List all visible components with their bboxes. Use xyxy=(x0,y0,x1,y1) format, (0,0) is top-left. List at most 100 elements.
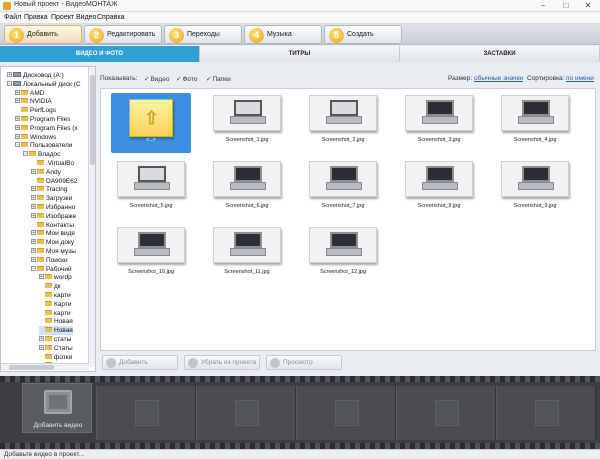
tree-item[interactable]: Контакты xyxy=(31,221,74,230)
tree-item[interactable]: + Изображе xyxy=(31,212,76,221)
step-transitions[interactable]: 3 Переходы xyxy=(164,25,242,44)
tree-item[interactable]: карти xyxy=(39,309,71,318)
tree-item[interactable]: - Локальный диск (C xyxy=(7,80,81,89)
parent-folder-item[interactable]: ⇧ <..> xyxy=(111,93,191,153)
expand-icon[interactable]: + xyxy=(15,116,20,122)
file-thumbnail-grid[interactable]: ⇧ <..> Screenshot_1.jpg Screenshot_2.jpg Scr… xyxy=(100,88,596,351)
tree-vertical-scrollbar[interactable] xyxy=(88,67,95,367)
tree-item[interactable]: + Windows xyxy=(15,133,56,142)
expand-icon[interactable]: + xyxy=(31,230,36,236)
menu-edit[interactable]: Правка xyxy=(24,14,48,21)
tree-item[interactable]: + статы xyxy=(39,335,71,344)
file-thumbnail[interactable]: Screenshot_3.jpg xyxy=(399,93,479,153)
preview-button[interactable]: Просмотр xyxy=(266,355,342,370)
tree-item[interactable]: - Владос xyxy=(23,150,60,159)
file-thumbnail[interactable]: Screenshot_8.jpg xyxy=(399,159,479,219)
tree-item[interactable]: + Моя музы xyxy=(31,247,76,256)
tree-item[interactable]: фотки xyxy=(39,353,72,362)
expand-icon[interactable]: + xyxy=(15,98,20,104)
tree-item[interactable]: Новая xyxy=(39,326,73,336)
expand-icon[interactable]: + xyxy=(31,186,36,192)
expand-icon[interactable]: + xyxy=(31,239,36,245)
empty-slot[interactable] xyxy=(496,386,596,440)
expand-icon[interactable]: + xyxy=(39,344,44,350)
menu-video[interactable]: Видео xyxy=(76,14,96,21)
expand-icon[interactable]: + xyxy=(39,336,44,342)
add-to-project-button[interactable]: Добавить xyxy=(102,355,178,370)
tree-item[interactable]: + NVIDIA xyxy=(15,97,52,106)
file-thumbnail[interactable]: Screenshot_11.jpg xyxy=(207,225,287,285)
tree-item[interactable]: + Tracing xyxy=(31,185,67,194)
tab-intros[interactable]: ЗАСТАВКИ xyxy=(400,46,600,62)
expand-icon[interactable]: + xyxy=(31,248,36,254)
tree-item[interactable]: + Статы xyxy=(39,344,73,353)
step-music[interactable]: 4 Музыка xyxy=(244,25,322,44)
file-thumbnail[interactable]: Screenshot_10.jpg xyxy=(111,225,191,285)
show-photo-checkbox[interactable]: Фото xyxy=(176,75,197,83)
show-folders-checkbox[interactable]: Папки xyxy=(206,75,230,83)
show-video-checkbox[interactable]: Видео xyxy=(144,75,169,83)
expand-icon[interactable]: + xyxy=(7,72,12,78)
tree-item[interactable]: Новая xyxy=(39,317,73,326)
tree-item[interactable]: + AMD xyxy=(15,89,44,98)
expand-icon[interactable]: + xyxy=(31,195,36,201)
folder-tree[interactable]: + Дисковод (A:) - Локальный диск (C + AMD + NVI… xyxy=(0,66,96,372)
menu-project[interactable]: Проект xyxy=(51,14,74,21)
file-thumbnail[interactable]: Screenshot_12.jpg xyxy=(303,225,383,285)
step-create[interactable]: 5 Создать xyxy=(324,25,402,44)
tree-item[interactable]: - Рабочий xyxy=(31,265,72,274)
tree-item[interactable]: + Загрузки xyxy=(31,194,72,203)
maximize-button[interactable]: □ xyxy=(555,0,577,11)
file-thumbnail[interactable]: Screenshot_4.jpg xyxy=(495,93,575,153)
file-thumbnail[interactable]: Screenshot_5.jpg xyxy=(111,159,191,219)
collapse-icon[interactable]: - xyxy=(31,265,36,271)
expand-icon[interactable]: + xyxy=(31,212,36,218)
remove-from-project-button[interactable]: Убрать из проекта xyxy=(184,355,260,370)
tab-video-photo[interactable]: ВИДЕО И ФОТО xyxy=(0,46,200,62)
expand-icon[interactable]: + xyxy=(15,124,20,130)
expand-icon[interactable]: + xyxy=(31,256,36,262)
close-button[interactable]: ✕ xyxy=(577,0,599,11)
minimize-button[interactable]: – xyxy=(532,0,554,11)
tree-item[interactable]: + Избранно xyxy=(31,203,75,212)
expand-icon[interactable]: + xyxy=(31,204,36,210)
tree-item[interactable]: Карти xyxy=(39,300,71,309)
expand-icon[interactable]: + xyxy=(15,133,20,139)
tree-item[interactable]: + wordp xyxy=(39,273,72,282)
tree-item[interactable]: + Andy xyxy=(31,168,61,177)
file-thumbnail[interactable]: Screenshot_7.jpg xyxy=(303,159,383,219)
tree-item[interactable]: + Мои доку xyxy=(31,238,74,247)
step-add[interactable]: 1 Добавить xyxy=(4,25,82,44)
tree-item[interactable]: + Мои виде xyxy=(31,229,75,238)
collapse-icon[interactable]: - xyxy=(7,80,12,86)
tree-horizontal-scrollbar[interactable] xyxy=(1,363,89,370)
tree-item[interactable]: + Program Files xyxy=(15,115,70,124)
size-selector[interactable]: обычные значки xyxy=(474,75,523,82)
file-thumbnail[interactable]: Screenshot_9.jpg xyxy=(495,159,575,219)
tree-item[interactable]: + Поиски xyxy=(31,256,68,265)
empty-slot[interactable] xyxy=(96,386,196,440)
empty-slot[interactable] xyxy=(296,386,396,440)
tab-titles[interactable]: ТИТРЫ xyxy=(200,46,400,62)
add-video-button[interactable]: Добавить видео xyxy=(22,383,92,433)
file-thumbnail[interactable]: Screenshot_1.jpg xyxy=(207,93,287,153)
tree-item[interactable]: + Program Files (x xyxy=(15,124,78,133)
step-edit[interactable]: 2 Редактировать xyxy=(84,25,162,44)
collapse-icon[interactable]: - xyxy=(15,142,20,148)
menu-file[interactable]: Файл xyxy=(4,14,21,21)
tree-item[interactable]: DA909E62 xyxy=(31,177,77,186)
scroll-thumb[interactable] xyxy=(9,365,54,370)
expand-icon[interactable]: + xyxy=(39,274,44,280)
empty-slot[interactable] xyxy=(396,386,496,440)
tree-item[interactable]: карти xyxy=(39,291,71,300)
scroll-thumb[interactable] xyxy=(90,75,95,165)
tree-item[interactable]: PerfLogs xyxy=(15,106,56,115)
expand-icon[interactable]: + xyxy=(15,89,20,95)
empty-slot[interactable] xyxy=(196,386,296,440)
collapse-icon[interactable]: - xyxy=(23,151,28,157)
file-thumbnail[interactable]: Screenshot_2.jpg xyxy=(303,93,383,153)
tree-item[interactable]: .VirtualBo xyxy=(31,159,74,168)
tree-item[interactable]: дк xyxy=(39,282,61,291)
expand-icon[interactable]: + xyxy=(31,168,36,174)
tree-item[interactable]: - Пользователи xyxy=(15,141,72,150)
